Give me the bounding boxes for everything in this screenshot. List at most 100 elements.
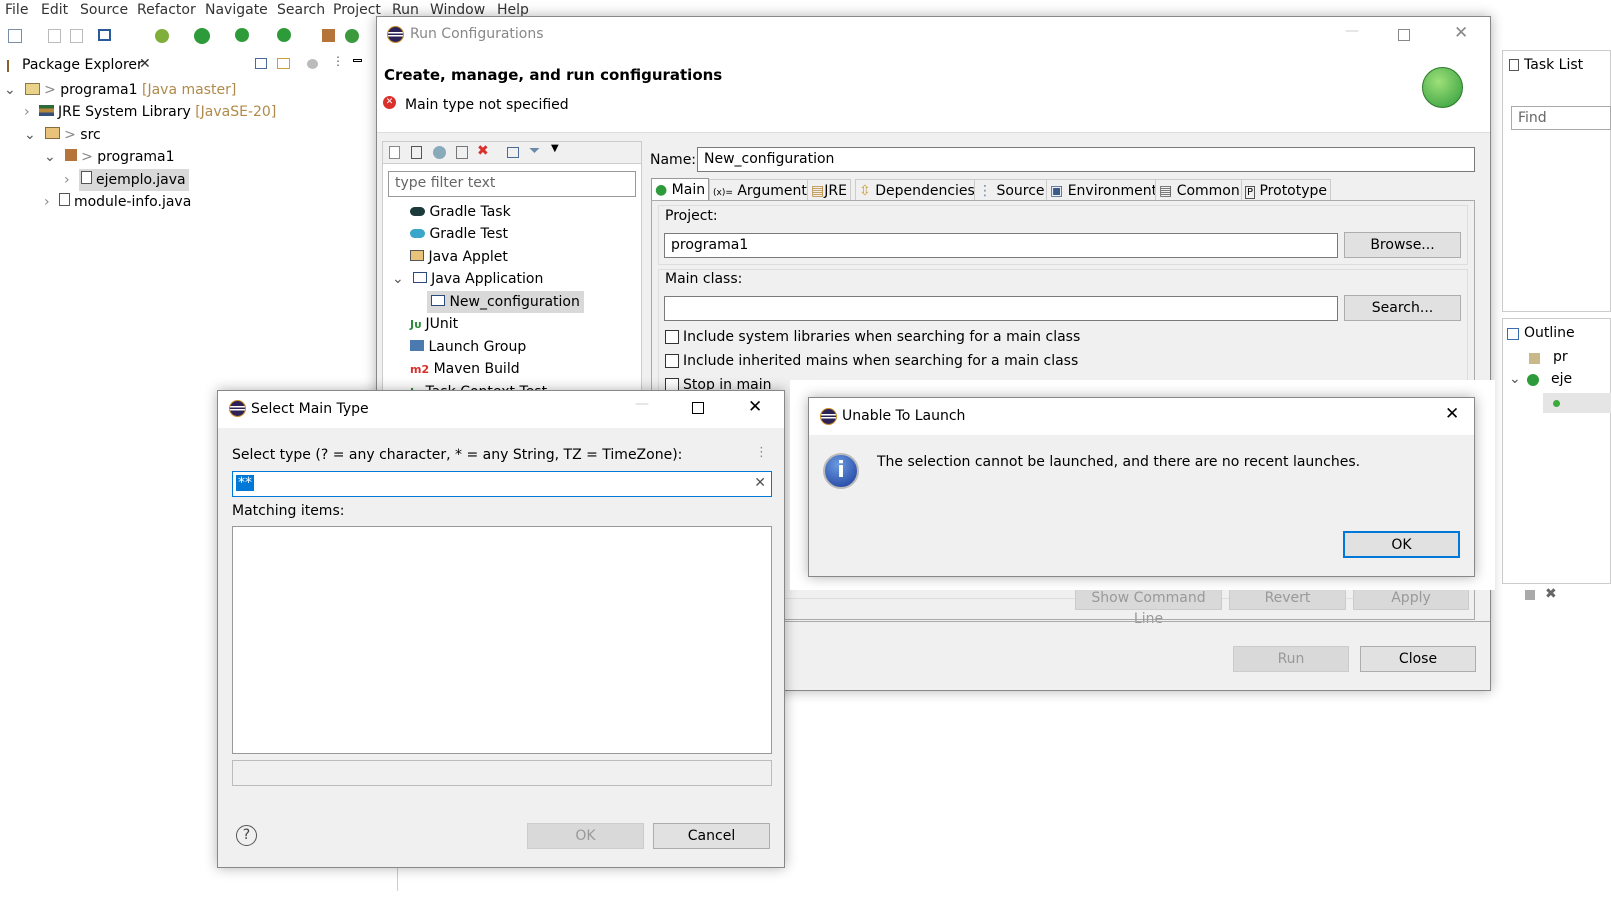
task-list-title[interactable]: Task List: [1524, 57, 1583, 73]
run-icon[interactable]: [194, 28, 210, 44]
filter-icon[interactable]: ⏷: [529, 143, 540, 159]
config-type-gradle-test[interactable]: Gradle Test: [410, 223, 508, 245]
error-icon: ✕: [383, 96, 396, 109]
chevron-down-icon[interactable]: ▼: [551, 143, 559, 154]
menu-refactor[interactable]: Refactor: [137, 2, 196, 18]
collapse-all-icon[interactable]: [255, 58, 267, 69]
minimize-icon[interactable]: [1525, 590, 1535, 600]
save-icon[interactable]: [48, 29, 61, 43]
view-menu-icon[interactable]: ⋮: [755, 445, 768, 460]
find-input[interactable]: Find: [1511, 106, 1611, 130]
menu-file[interactable]: File: [5, 2, 28, 18]
export-icon[interactable]: [433, 146, 446, 159]
tab-arguments[interactable]: (x)= Arguments: [709, 179, 819, 201]
run-button[interactable]: Run: [1233, 646, 1349, 672]
debug-icon[interactable]: [155, 29, 169, 43]
chevron-down-icon[interactable]: ⌄: [1509, 371, 1521, 387]
help-icon[interactable]: ?: [236, 825, 257, 846]
include-inherited-mains-checkbox[interactable]: [665, 354, 679, 368]
save-all-icon[interactable]: [70, 29, 83, 43]
outline-title[interactable]: Outline: [1524, 325, 1575, 341]
menu-search[interactable]: Search: [277, 2, 325, 18]
tree-item-module-info[interactable]: › module-info.java: [44, 191, 191, 213]
method-icon: [1553, 400, 1560, 407]
new-config-icon[interactable]: [389, 146, 400, 159]
menu-navigate[interactable]: Navigate: [205, 2, 268, 18]
new-class-icon[interactable]: [345, 29, 359, 43]
new-icon[interactable]: [8, 29, 22, 43]
close-icon[interactable]: ✕: [139, 56, 151, 72]
ok-button[interactable]: OK: [527, 823, 644, 849]
minimize-button[interactable]: —: [635, 396, 649, 412]
type-filter-input[interactable]: ** ✕: [232, 471, 772, 497]
eclipse-icon: [387, 26, 404, 43]
close-icon[interactable]: ✖: [1545, 586, 1557, 602]
dialog-title: Unable To Launch: [842, 408, 966, 424]
collapse-all-icon[interactable]: [507, 147, 519, 158]
apply-button[interactable]: Apply: [1353, 587, 1469, 610]
outline-item-package[interactable]: pr: [1553, 349, 1568, 365]
config-type-java-application[interactable]: ⌄ Java Application: [392, 268, 543, 290]
close-dialog-button[interactable]: Close: [1360, 646, 1476, 672]
tree-item-package[interactable]: ⌄ > programa1: [44, 146, 175, 168]
tab-common[interactable]: ▤ Common: [1155, 179, 1244, 201]
include-inherited-mains-label: Include inherited mains when searching f…: [683, 353, 1079, 369]
clear-icon[interactable]: ✕: [754, 472, 766, 494]
new-package-icon[interactable]: [322, 29, 335, 42]
search-button[interactable]: Search...: [1344, 295, 1461, 321]
close-button[interactable]: ✕: [1454, 23, 1468, 43]
package-explorer-tab[interactable]: Package Explorer ✕: [0, 54, 160, 78]
main-class-input[interactable]: [664, 296, 1338, 321]
outline-item-class[interactable]: eje: [1551, 371, 1572, 387]
ok-button[interactable]: OK: [1343, 531, 1460, 558]
tab-environment[interactable]: ▣ Environment: [1046, 179, 1162, 201]
view-menu-icon[interactable]: ⋮: [332, 54, 344, 68]
close-button[interactable]: ✕: [1445, 404, 1459, 424]
config-type-junit[interactable]: Jᴜ JUnit: [410, 313, 458, 335]
filter-icon[interactable]: [307, 59, 318, 69]
delete-icon[interactable]: ✖: [477, 143, 489, 159]
maximize-button[interactable]: [1398, 29, 1410, 41]
browse-button[interactable]: Browse...: [1344, 232, 1461, 258]
include-system-libraries-checkbox[interactable]: [665, 330, 679, 344]
cancel-button[interactable]: Cancel: [653, 823, 770, 849]
external-tools-icon[interactable]: [277, 28, 291, 42]
tab-source[interactable]: ⋮ Source: [974, 179, 1049, 201]
menu-project[interactable]: Project: [333, 2, 381, 18]
config-type-java-applet[interactable]: Java Applet: [410, 246, 508, 268]
matching-items-list[interactable]: [232, 526, 772, 754]
maximize-button[interactable]: [692, 402, 704, 414]
config-new-configuration[interactable]: New_configuration: [427, 291, 584, 313]
revert-button[interactable]: Revert: [1229, 587, 1346, 610]
config-type-gradle-task[interactable]: Gradle Task: [410, 201, 511, 223]
minimize-button[interactable]: —: [1345, 23, 1359, 39]
terminal-icon[interactable]: [98, 29, 111, 41]
new-prototype-icon[interactable]: [411, 146, 422, 159]
close-button[interactable]: ✕: [748, 397, 762, 417]
tab-dependencies[interactable]: ⇳ Dependencies: [855, 179, 979, 201]
menu-source[interactable]: Source: [80, 2, 128, 18]
task-list-view: Task List Find: [1502, 50, 1611, 312]
tab-main[interactable]: ● Main: [651, 178, 710, 200]
tree-item-src[interactable]: ⌄ > src: [24, 124, 101, 146]
outline-item-method[interactable]: [1543, 393, 1611, 413]
show-command-line-button[interactable]: Show Command Line: [1075, 587, 1222, 627]
tree-item-project[interactable]: ⌄ > programa1 [Java master]: [4, 79, 236, 101]
filter-input[interactable]: type filter text: [388, 171, 636, 197]
tab-jre[interactable]: ▤JRE: [807, 179, 851, 201]
tree-item-ejemplo[interactable]: › ejemplo.java: [64, 169, 189, 191]
gradle-icon: [410, 207, 425, 216]
package-explorer-icon: [7, 60, 15, 72]
config-type-launch-group[interactable]: Launch Group: [410, 336, 526, 358]
minimize-icon[interactable]: [353, 59, 362, 62]
tab-prototype[interactable]: P Prototype: [1241, 179, 1332, 201]
name-input[interactable]: New_configuration: [697, 147, 1475, 172]
link-with-editor-icon[interactable]: [277, 58, 290, 69]
tree-item-jre[interactable]: › JRE System Library [JavaSE-20]: [24, 101, 276, 123]
project-input[interactable]: programa1: [664, 233, 1338, 258]
coverage-icon[interactable]: [235, 28, 249, 42]
duplicate-icon[interactable]: [456, 146, 468, 159]
config-type-maven-build[interactable]: m2 Maven Build: [410, 358, 520, 380]
menu-edit[interactable]: Edit: [41, 2, 68, 18]
menu-bar: File Edit Source Refactor Navigate Searc…: [0, 0, 529, 22]
